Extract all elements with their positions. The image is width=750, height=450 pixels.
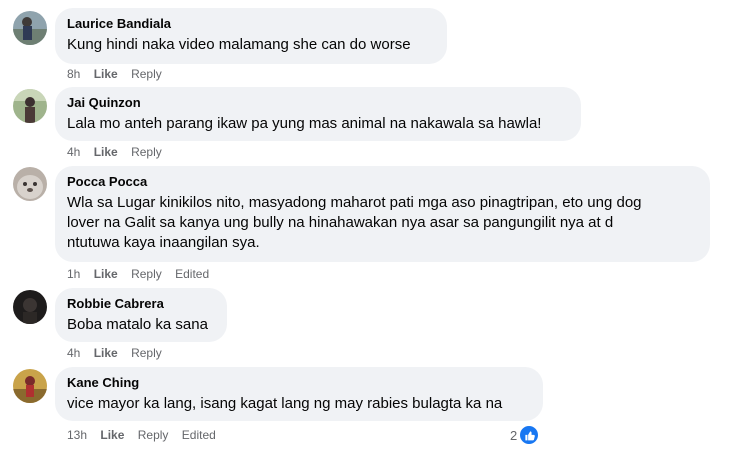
comment-author[interactable]: Pocca Pocca: [67, 174, 698, 190]
comment-actions: 4h Like Reply: [67, 144, 172, 160]
comment-text: Wla sa Lugar kinikilos nito, masyadong m…: [67, 193, 698, 253]
reply-button[interactable]: Reply: [138, 427, 169, 443]
comment-timestamp[interactable]: 8h: [67, 66, 80, 82]
comment-actions: 1h Like Reply Edited: [67, 266, 219, 282]
comment-timestamp[interactable]: 1h: [67, 266, 80, 282]
comment-actions: 4h Like Reply: [67, 345, 172, 361]
comment-text: Lala mo anteh parang ikaw pa yung mas an…: [67, 115, 542, 132]
avatar[interactable]: [13, 369, 47, 403]
comment-author[interactable]: Robbie Cabrera: [67, 296, 215, 312]
comment-timestamp[interactable]: 13h: [67, 427, 87, 443]
reply-button[interactable]: Reply: [131, 345, 162, 361]
reply-button[interactable]: Reply: [131, 266, 162, 282]
comment-text: Kung hindi naka video malamang she can d…: [67, 36, 411, 53]
comment-text: Boba matalo ka sana: [67, 316, 208, 333]
like-icon: [519, 425, 540, 445]
comment-author[interactable]: Jai Quinzon: [67, 95, 569, 111]
comment-text-line: lover na Galit sa kanya ung bully na hin…: [67, 214, 614, 231]
comment-text-line: ntutuwa kaya inaangilan sya.: [67, 234, 260, 251]
comment-bubble: Kane Ching vice mayor ka lang, isang kag…: [55, 367, 543, 421]
like-button[interactable]: Like: [100, 427, 124, 443]
avatar[interactable]: [13, 167, 47, 201]
comment-actions: 13h Like Reply Edited: [67, 427, 226, 443]
like-button[interactable]: Like: [94, 144, 118, 160]
comment-bubble: Robbie Cabrera Boba matalo ka sana: [55, 288, 227, 342]
comment-bubble: Laurice Bandiala Kung hindi naka video m…: [55, 8, 447, 64]
avatar[interactable]: [13, 290, 47, 324]
avatar[interactable]: [13, 89, 47, 123]
edited-label[interactable]: Edited: [175, 266, 209, 282]
reaction-summary[interactable]: 2: [510, 425, 540, 445]
comment-timestamp[interactable]: 4h: [67, 144, 80, 160]
comment-timestamp[interactable]: 4h: [67, 345, 80, 361]
like-button[interactable]: Like: [94, 345, 118, 361]
comment-bubble: Pocca Pocca Wla sa Lugar kinikilos nito,…: [55, 166, 710, 262]
avatar[interactable]: [13, 11, 47, 45]
comment-author[interactable]: Laurice Bandiala: [67, 16, 435, 32]
comment-text: vice mayor ka lang, isang kagat lang ng …: [67, 395, 503, 412]
reply-button[interactable]: Reply: [131, 66, 162, 82]
comment-text-line: Wla sa Lugar kinikilos nito, masyadong m…: [67, 194, 642, 211]
like-button[interactable]: Like: [94, 266, 118, 282]
edited-label[interactable]: Edited: [182, 427, 216, 443]
reaction-count: 2: [510, 427, 518, 443]
like-button[interactable]: Like: [94, 66, 118, 82]
reply-button[interactable]: Reply: [131, 144, 162, 160]
comment-author[interactable]: Kane Ching: [67, 375, 531, 391]
comment-bubble: Jai Quinzon Lala mo anteh parang ikaw pa…: [55, 87, 581, 141]
comment-actions: 8h Like Reply: [67, 66, 172, 82]
